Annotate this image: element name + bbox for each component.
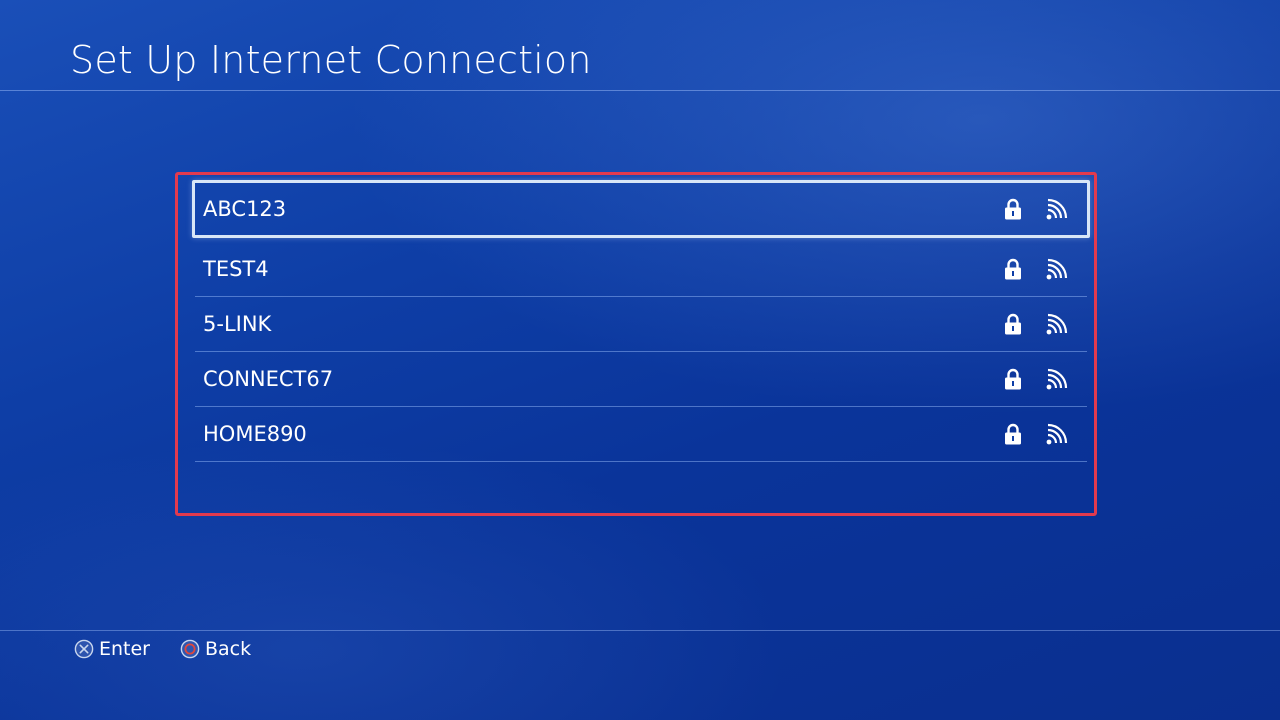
network-ssid: HOME890 xyxy=(203,422,307,446)
network-row-connect67[interactable]: CONNECT67 xyxy=(195,352,1087,407)
lock-icon xyxy=(1005,368,1021,390)
title-divider xyxy=(0,90,1280,91)
back-hint[interactable]: Back xyxy=(180,638,251,660)
enter-hint[interactable]: Enter xyxy=(74,638,150,660)
wifi-signal-icon xyxy=(1046,313,1068,335)
network-list-panel: ABC123 TEST4 5-LINK CONNECT67 HOME890 xyxy=(175,172,1097,516)
footer-divider xyxy=(0,630,1280,631)
enter-label: Enter xyxy=(99,638,150,660)
network-ssid: 5-LINK xyxy=(203,312,272,336)
wifi-signal-icon xyxy=(1046,258,1068,280)
network-row-home890[interactable]: HOME890 xyxy=(195,407,1087,462)
network-row-5-link[interactable]: 5-LINK xyxy=(195,297,1087,352)
page-title: Set Up Internet Connection xyxy=(70,38,592,82)
wifi-signal-icon xyxy=(1046,368,1068,390)
footer-hints: Enter Back xyxy=(74,637,281,661)
lock-icon xyxy=(1005,198,1021,220)
network-ssid: TEST4 xyxy=(203,257,269,281)
wifi-signal-icon xyxy=(1046,198,1068,220)
network-row-test4[interactable]: TEST4 xyxy=(195,242,1087,297)
circle-button-icon xyxy=(180,639,200,659)
lock-icon xyxy=(1005,423,1021,445)
lock-icon xyxy=(1005,258,1021,280)
network-row-abc123[interactable]: ABC123 xyxy=(192,180,1090,238)
back-label: Back xyxy=(205,638,252,660)
network-ssid: CONNECT67 xyxy=(203,367,334,391)
wifi-signal-icon xyxy=(1046,423,1068,445)
lock-icon xyxy=(1005,313,1021,335)
cross-button-icon xyxy=(74,639,94,659)
network-ssid: ABC123 xyxy=(203,197,287,221)
